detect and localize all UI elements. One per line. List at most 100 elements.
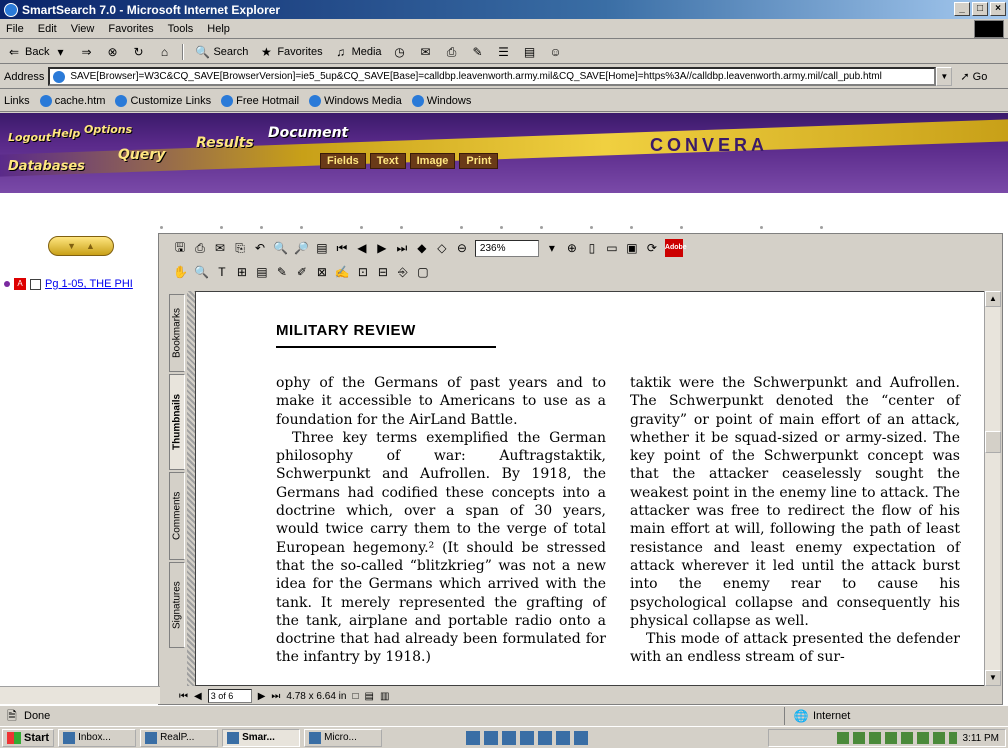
article-tool-icon[interactable]: ▢ bbox=[416, 265, 430, 279]
subtab-image[interactable]: Image bbox=[409, 153, 456, 169]
home-icon[interactable]: ⌂ bbox=[156, 44, 172, 60]
nav-options[interactable]: Options bbox=[84, 123, 132, 136]
edit-icon[interactable]: ✎ bbox=[470, 44, 486, 60]
nav-results[interactable]: Results bbox=[196, 135, 254, 151]
menu-help[interactable]: Help bbox=[207, 23, 230, 35]
favorites-button[interactable]: ★ Favorites bbox=[258, 44, 323, 60]
forward-button[interactable]: ⇒ bbox=[78, 44, 94, 60]
text-select-icon[interactable]: T bbox=[215, 265, 229, 279]
scroll-down-icon[interactable]: ▼ bbox=[985, 670, 1001, 686]
last-page-icon[interactable]: ⏭ bbox=[395, 241, 409, 256]
pencil-tool-icon[interactable]: ✎ bbox=[275, 265, 289, 279]
menu-view[interactable]: View bbox=[71, 23, 95, 35]
forward-view-icon[interactable]: ◇ bbox=[435, 241, 449, 255]
link-windows-media[interactable]: Windows Media bbox=[309, 94, 402, 107]
quicklaunch-icon[interactable] bbox=[502, 730, 517, 745]
select-checkbox[interactable] bbox=[30, 278, 41, 290]
note-tool-icon[interactable]: ▤ bbox=[255, 265, 269, 279]
prev-page-small-icon[interactable]: ◀ bbox=[194, 691, 202, 702]
tab-comments[interactable]: Comments bbox=[169, 472, 185, 560]
start-button[interactable]: Start bbox=[2, 728, 55, 747]
horizontal-scrollbar[interactable] bbox=[0, 686, 160, 704]
messenger-icon[interactable]: ☺ bbox=[548, 44, 564, 60]
save-icon[interactable]: 🖫 bbox=[173, 238, 187, 259]
quicklaunch-icon[interactable] bbox=[574, 730, 589, 745]
link-customize[interactable]: Customize Links bbox=[115, 94, 211, 107]
task-realplayer[interactable]: RealP... bbox=[140, 728, 219, 747]
crop-tool-icon[interactable]: ⊟ bbox=[376, 265, 390, 279]
quicklaunch-icon[interactable] bbox=[520, 730, 535, 745]
document-link[interactable]: Pg 1-05, THE PHI bbox=[45, 278, 133, 290]
task-smartsearch[interactable]: Smar... bbox=[222, 728, 301, 747]
link-cache[interactable]: cache.htm bbox=[39, 94, 105, 107]
first-page-small-icon[interactable]: ⏮ bbox=[179, 691, 188, 702]
task-inbox[interactable]: Inbox... bbox=[58, 728, 137, 747]
copy-icon[interactable]: ⎘ bbox=[233, 241, 247, 256]
page-number-input[interactable]: 3 of 6 bbox=[207, 689, 252, 703]
hand-tool-icon[interactable]: ✋ bbox=[173, 265, 188, 279]
tab-bookmarks[interactable]: Bookmarks bbox=[169, 294, 185, 372]
stamp-tool-icon[interactable]: ⊠ bbox=[315, 265, 329, 279]
sign-tool-icon[interactable]: ✍ bbox=[335, 265, 350, 279]
next-page-small-icon[interactable]: ▶ bbox=[258, 691, 266, 702]
menu-favorites[interactable]: Favorites bbox=[108, 23, 153, 35]
form-tool-icon[interactable]: ⊡ bbox=[356, 265, 370, 279]
subtab-fields[interactable]: Fields bbox=[320, 153, 366, 169]
quicklaunch-icon[interactable] bbox=[556, 730, 571, 745]
nav-query[interactable]: Query bbox=[118, 147, 165, 163]
search-icon[interactable]: 🔎 bbox=[294, 241, 309, 255]
pdf-icon[interactable]: A bbox=[14, 278, 26, 290]
zoom-out-icon[interactable]: ⊖ bbox=[455, 241, 469, 255]
quicklaunch-icon[interactable] bbox=[538, 730, 553, 745]
actual-size-icon[interactable]: ▯ bbox=[585, 241, 599, 255]
next-arrow-icon[interactable]: ▲ bbox=[86, 241, 95, 251]
scroll-thumb[interactable] bbox=[985, 431, 1001, 453]
zoom-in-icon[interactable]: ⊕ bbox=[565, 241, 579, 255]
menu-tools[interactable]: Tools bbox=[168, 23, 194, 35]
zoom-dropdown-icon[interactable]: ▾ bbox=[545, 241, 559, 255]
print-icon[interactable]: ⎙ bbox=[193, 241, 207, 256]
media-button[interactable]: ♫ Media bbox=[333, 44, 381, 60]
zoom-tool-icon[interactable]: 🔍 bbox=[194, 265, 209, 279]
subtab-text[interactable]: Text bbox=[369, 153, 406, 169]
email-icon[interactable]: ✉ bbox=[213, 241, 227, 255]
stop-icon[interactable]: ⊗ bbox=[104, 44, 120, 60]
back-view-icon[interactable]: ◆ bbox=[415, 241, 429, 255]
mail-icon[interactable]: ✉ bbox=[418, 44, 434, 60]
tray-icons[interactable] bbox=[836, 732, 957, 744]
nav-help[interactable]: Help bbox=[52, 127, 80, 140]
discuss-icon[interactable]: ☰ bbox=[496, 44, 512, 60]
maximize-button[interactable]: □ bbox=[972, 2, 988, 16]
scroll-up-icon[interactable]: ▲ bbox=[985, 291, 1001, 307]
address-input[interactable]: SAVE[Browser]=W3C&CQ_SAVE[BrowserVersion… bbox=[48, 67, 937, 86]
menu-file[interactable]: File bbox=[6, 23, 24, 35]
tab-signatures[interactable]: Signatures bbox=[169, 562, 185, 648]
link-windows[interactable]: Windows bbox=[411, 94, 471, 107]
continuous-icon[interactable]: ▤ bbox=[365, 691, 374, 702]
subtab-print[interactable]: Print bbox=[459, 153, 499, 169]
highlight-tool-icon[interactable]: ✐ bbox=[295, 265, 309, 279]
menu-edit[interactable]: Edit bbox=[38, 23, 57, 35]
prev-page-icon[interactable]: ◀ bbox=[355, 241, 369, 255]
task-microsoft[interactable]: Micro... bbox=[304, 728, 383, 747]
undo-icon[interactable]: ↶ bbox=[253, 241, 267, 255]
fit-width-icon[interactable]: ▣ bbox=[625, 241, 639, 255]
refresh-icon[interactable]: ↻ bbox=[130, 44, 146, 60]
document-vertical-scrollbar[interactable]: ▲ ▼ bbox=[984, 291, 1001, 686]
link-hotmail[interactable]: Free Hotmail bbox=[221, 94, 299, 107]
go-button[interactable]: ➚ Go bbox=[960, 70, 987, 83]
graphics-select-icon[interactable]: ⊞ bbox=[235, 265, 249, 279]
rotate-icon[interactable]: ⟳ bbox=[645, 241, 659, 255]
minimize-button[interactable]: _ bbox=[954, 2, 970, 16]
nav-document[interactable]: Document bbox=[268, 125, 348, 141]
history-icon[interactable]: ◷ bbox=[392, 44, 408, 60]
fit-page-icon[interactable]: ▭ bbox=[605, 241, 619, 255]
single-page-icon[interactable]: □ bbox=[352, 691, 358, 702]
quicklaunch-icon[interactable] bbox=[466, 730, 481, 745]
facing-icon[interactable]: ▥ bbox=[380, 691, 389, 702]
back-button[interactable]: ⇐ Back ▾ bbox=[6, 44, 68, 60]
nav-logout[interactable]: Logout bbox=[8, 131, 51, 144]
prev-next-pill[interactable]: ▼ ▲ bbox=[48, 236, 114, 256]
last-page-small-icon[interactable]: ⏭ bbox=[271, 691, 280, 702]
adobe-icon[interactable]: Adobe bbox=[664, 239, 687, 257]
